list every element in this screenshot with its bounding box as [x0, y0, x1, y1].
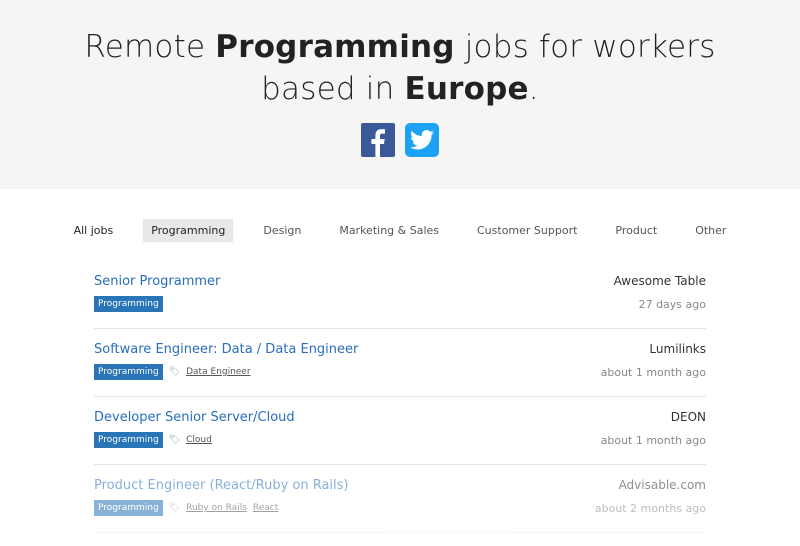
tab-design[interactable]: Design: [255, 219, 309, 242]
tab-customer-support[interactable]: Customer Support: [469, 219, 585, 242]
company-name: Awesome Table: [613, 274, 706, 288]
posted-time: about 1 month ago: [600, 366, 706, 379]
job-tags: Programming 🏷︎ Data Engineer: [94, 364, 358, 380]
tag-link[interactable]: Ruby on Rails: [186, 503, 247, 513]
tab-other[interactable]: Other: [687, 219, 734, 242]
category-badge[interactable]: Programming: [94, 364, 163, 380]
job-title-link[interactable]: Software Engineer: Data / Data Engineer: [94, 342, 358, 357]
job-title-link[interactable]: Product Engineer (React/Ruby on Rails): [94, 478, 349, 493]
title-category: Programming: [215, 29, 455, 65]
posted-time: about 2 months ago: [594, 502, 706, 515]
twitter-icon: [410, 130, 434, 150]
job-title-link[interactable]: Developer Senior Server/Cloud: [94, 410, 295, 425]
company-name: Advisable.com: [618, 478, 706, 492]
job-row: Product Engineer (React/Ruby on Rails) P…: [94, 465, 706, 533]
page-title: Remote Programming jobs for workers base…: [0, 26, 800, 110]
category-badge[interactable]: Programming: [94, 432, 163, 448]
tab-marketing-sales[interactable]: Marketing & Sales: [331, 219, 447, 242]
job-row: Developer Senior Server/Cloud Programmin…: [94, 397, 706, 465]
tag-icon: 🏷︎: [168, 503, 181, 513]
title-text: Remote: [84, 29, 216, 65]
job-row: Senior Programmer Programming Awesome Ta…: [94, 274, 706, 329]
company-name: DEON: [670, 410, 706, 424]
tab-all-jobs[interactable]: All jobs: [66, 219, 122, 242]
tag-icon: 🏷︎: [168, 435, 181, 445]
company-name: Lumilinks: [649, 342, 706, 356]
title-text: .: [528, 71, 539, 107]
job-tags: Programming 🏷︎ Cloud: [94, 432, 295, 448]
posted-time: 27 days ago: [638, 298, 706, 311]
title-text: based in: [261, 71, 405, 107]
social-share-links: [0, 123, 800, 157]
job-title-link[interactable]: Senior Programmer: [94, 274, 220, 289]
hero-section: Remote Programming jobs for workers base…: [0, 0, 800, 189]
twitter-share-button[interactable]: [405, 123, 439, 157]
tag-icon: 🏷︎: [168, 367, 181, 377]
posted-time: about 1 month ago: [600, 434, 706, 447]
tag-link[interactable]: React: [253, 503, 278, 513]
job-row: Software Engineer: Data / Data Engineer …: [94, 329, 706, 397]
title-region: Europe: [404, 71, 529, 107]
tag-link[interactable]: Cloud: [186, 435, 212, 445]
job-list: Senior Programmer Programming Awesome Ta…: [94, 274, 706, 533]
title-text: jobs for workers: [454, 29, 716, 65]
category-badge[interactable]: Programming: [94, 500, 163, 516]
job-tags: Programming 🏷︎ Ruby on Rails React: [94, 500, 349, 516]
job-tags: Programming: [94, 296, 220, 312]
tab-product[interactable]: Product: [607, 219, 665, 242]
facebook-share-button[interactable]: [361, 123, 395, 157]
category-badge[interactable]: Programming: [94, 296, 163, 312]
facebook-icon: [371, 129, 385, 157]
tab-programming[interactable]: Programming: [143, 219, 234, 242]
category-tabs: All jobs Programming Design Marketing & …: [0, 219, 800, 242]
tag-link[interactable]: Data Engineer: [186, 367, 250, 377]
